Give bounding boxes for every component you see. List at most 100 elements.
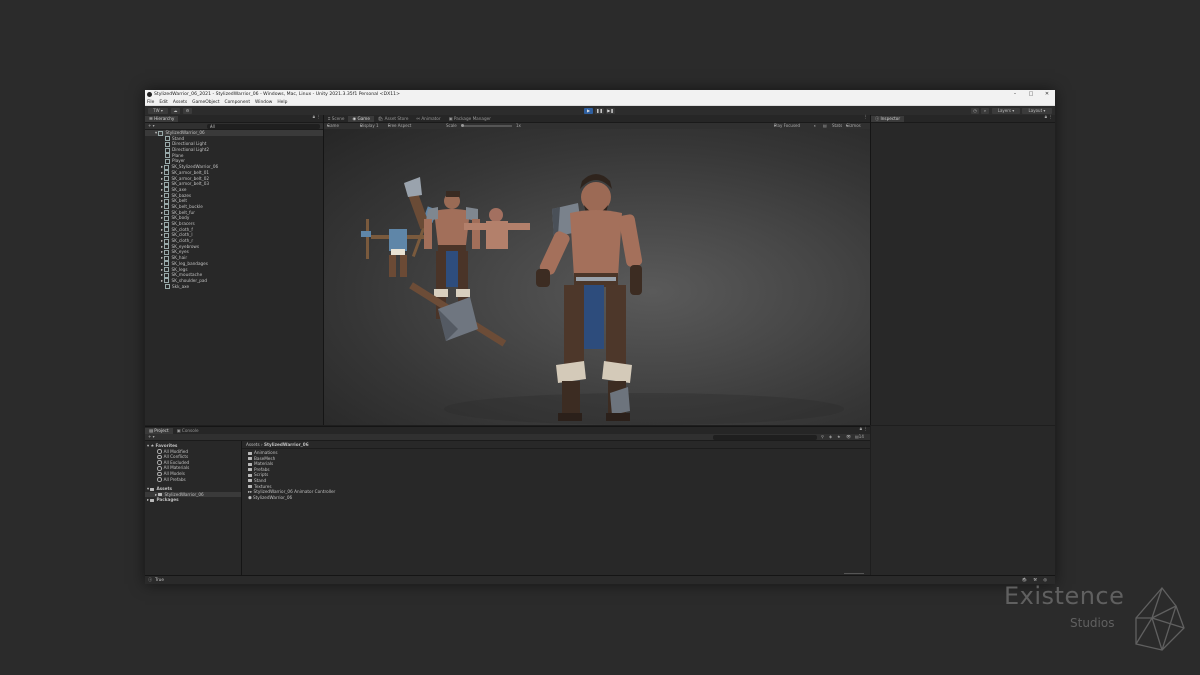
favorite-star-icon[interactable]: ★ <box>837 434 841 440</box>
search-placeholder: All <box>210 123 215 129</box>
menu-component[interactable]: Component <box>225 100 251 105</box>
search-by-type-icon[interactable]: ⚲ <box>821 434 824 440</box>
studio-logo-icon <box>1135 586 1185 651</box>
menu-gameobject[interactable]: GameObject <box>192 100 219 105</box>
pause-button[interactable]: ❚❚ <box>595 107 604 114</box>
menu-window[interactable]: Window <box>255 100 272 105</box>
hierarchy-item-label: SK_belt <box>171 198 187 204</box>
close-button[interactable]: ✕ <box>1039 90 1055 99</box>
tab-animator[interactable]: ⚯ Animator <box>412 116 444 122</box>
folder-item-label: Materials <box>254 461 274 467</box>
folder-item-label: Scripts <box>254 472 269 478</box>
hierarchy-item-label: SK_leg_bandages <box>171 260 208 266</box>
layers-dropdown[interactable]: Layers ▾ <box>992 107 1020 114</box>
watermark-line2: Studios <box>1070 616 1115 630</box>
collab-icon[interactable]: ⚙ <box>183 107 192 114</box>
favorite-item-label: All Models <box>163 470 185 476</box>
hierarchy-item-label: Skk_axe <box>172 283 190 289</box>
layout-label: Layout <box>1028 107 1043 113</box>
tab-scene[interactable]: ⌗ Scene <box>324 116 348 122</box>
breadcrumb-current[interactable]: StylizedWarrior_06 <box>264 442 309 447</box>
scale-slider[interactable] <box>462 125 512 127</box>
hierarchy-panel: ☰ Hierarchy 🔒︎ ⋮ + ▾ ⌕ All ▾ StylizedWar… <box>145 115 324 425</box>
label-filter-icon[interactable]: ◈ <box>829 434 832 440</box>
asset-count-value: 14 <box>858 434 864 439</box>
hierarchy-item-label: Stand <box>172 135 185 141</box>
inspector-panel: ⓘ Inspector 🔒︎ ⋮ <box>871 115 1055 425</box>
more-icon[interactable]: ⋮ <box>864 115 869 121</box>
hierarchy-tabbar: ☰ Hierarchy 🔒︎ ⋮ <box>145 115 323 123</box>
file-item[interactable]: ⬢ StylizedWarrior_06 <box>242 495 870 501</box>
hierarchy-item-label: SK_cloth_l <box>171 232 193 238</box>
folder-icon <box>248 457 252 461</box>
layout-dropdown[interactable]: Layout ▾ <box>1022 107 1052 114</box>
folder-item-label: Textures <box>254 483 272 489</box>
account-dropdown[interactable]: TW ▾ <box>148 107 168 114</box>
hierarchy-item-label: Directional Light <box>172 141 207 147</box>
project-search-input[interactable] <box>713 434 817 440</box>
layers-label: Layers <box>997 107 1011 113</box>
step-button[interactable]: ▶❚ <box>606 107 615 114</box>
breadcrumb-assets[interactable]: Assets <box>246 442 260 447</box>
search-icon <box>157 460 162 466</box>
menu-help[interactable]: Help <box>277 100 287 105</box>
tab-hierarchy[interactable]: ☰ Hierarchy <box>145 116 179 122</box>
tab-console-label: Console <box>181 428 199 433</box>
cloud-icon[interactable]: ☁ <box>171 107 180 114</box>
hierarchy-item-label: Plane <box>172 152 184 158</box>
hierarchy-item-label: Directional Light2 <box>172 147 210 153</box>
tab-game[interactable]: ◉ Game <box>348 116 374 122</box>
tab-animator-label: Animator <box>421 116 441 121</box>
search-icon <box>157 477 162 482</box>
maximize-button[interactable]: □ <box>1023 90 1039 99</box>
play-button[interactable]: ▶ <box>584 107 593 114</box>
hierarchy-searchbar: + ▾ ⌕ All <box>145 123 323 130</box>
hierarchy-item-label: SK_eyebrows <box>171 243 200 249</box>
search-icon <box>157 466 162 471</box>
lock-icon[interactable]: 🔒︎ <box>313 115 315 121</box>
search-icon[interactable]: ⌕ <box>981 107 989 114</box>
packages-header[interactable]: ▸ Packages <box>145 497 241 503</box>
hidden-packages-icon[interactable]: 👁︎ <box>846 434 851 440</box>
status-bar: ⓘ True 🐞︎ ⚒ ◎ <box>145 575 1055 584</box>
scale-slider-handle[interactable] <box>461 124 464 127</box>
project-contents: Assets › StylizedWarrior_06 Animations Ba… <box>242 441 870 577</box>
hierarchy-root-label: StylizedWarrior_06 <box>165 130 205 135</box>
more-icon[interactable]: ⋮ <box>864 427 869 433</box>
game-viewport[interactable] <box>324 129 870 425</box>
menu-assets[interactable]: Assets <box>173 100 187 105</box>
inspector-panel-lower <box>871 426 1055 576</box>
hierarchy-item[interactable]: Skk_axe <box>145 284 323 290</box>
create-dropdown[interactable]: + ▾ <box>148 123 155 129</box>
favorite-star-icon: ★ <box>150 443 155 448</box>
project-tree: ▾ ★ Favorites All Modified All Conflicts A… <box>145 441 242 577</box>
lock-icon[interactable]: 🔒︎ <box>860 427 862 433</box>
favorites-label: Favorites <box>155 443 178 448</box>
menu-file[interactable]: File <box>147 100 154 105</box>
tab-inspector[interactable]: ⓘ Inspector <box>871 116 905 122</box>
menu-edit[interactable]: Edit <box>159 100 168 105</box>
history-icon[interactable]: ◷ <box>971 107 979 114</box>
file-item-label: StylizedWarrior_06 <box>253 494 293 500</box>
lock-icon[interactable]: 🔒︎ <box>1045 115 1047 121</box>
window-controls: – □ ✕ <box>1007 90 1055 99</box>
hierarchy-item-label: SK_eyes <box>171 249 189 255</box>
favorite-item[interactable]: All Prefabs <box>145 477 241 483</box>
folder-item-label: Stand <box>254 477 267 483</box>
search-icon <box>157 449 162 454</box>
tab-package-manager[interactable]: ▣ Package Manager <box>445 116 495 122</box>
folder-icon <box>248 485 252 489</box>
tab-asset-store[interactable]: 🛍︎ Asset Store <box>374 116 413 122</box>
folder-item-label: Animations <box>254 450 278 455</box>
minimize-button[interactable]: – <box>1007 90 1023 99</box>
window-title: StylizedWarrior_06_2021 - StylizedWarrio… <box>154 92 400 97</box>
game-view-panel: ⌗ Scene ◉ Game 🛍︎ Asset Store ⚯ Animator… <box>324 115 871 425</box>
hierarchy-item-label: SK_bracers <box>171 221 195 226</box>
more-icon[interactable]: ⋮ <box>1049 115 1054 121</box>
create-dropdown[interactable]: + ▾ <box>148 434 155 440</box>
icon-size-slider[interactable] <box>844 572 864 574</box>
more-icon[interactable]: ⋮ <box>317 115 322 121</box>
asset-count: ▤ 14 <box>855 434 864 439</box>
hierarchy-search-input[interactable]: ⌕ All <box>207 123 320 129</box>
tab-asset-store-label: Asset Store <box>384 116 409 121</box>
